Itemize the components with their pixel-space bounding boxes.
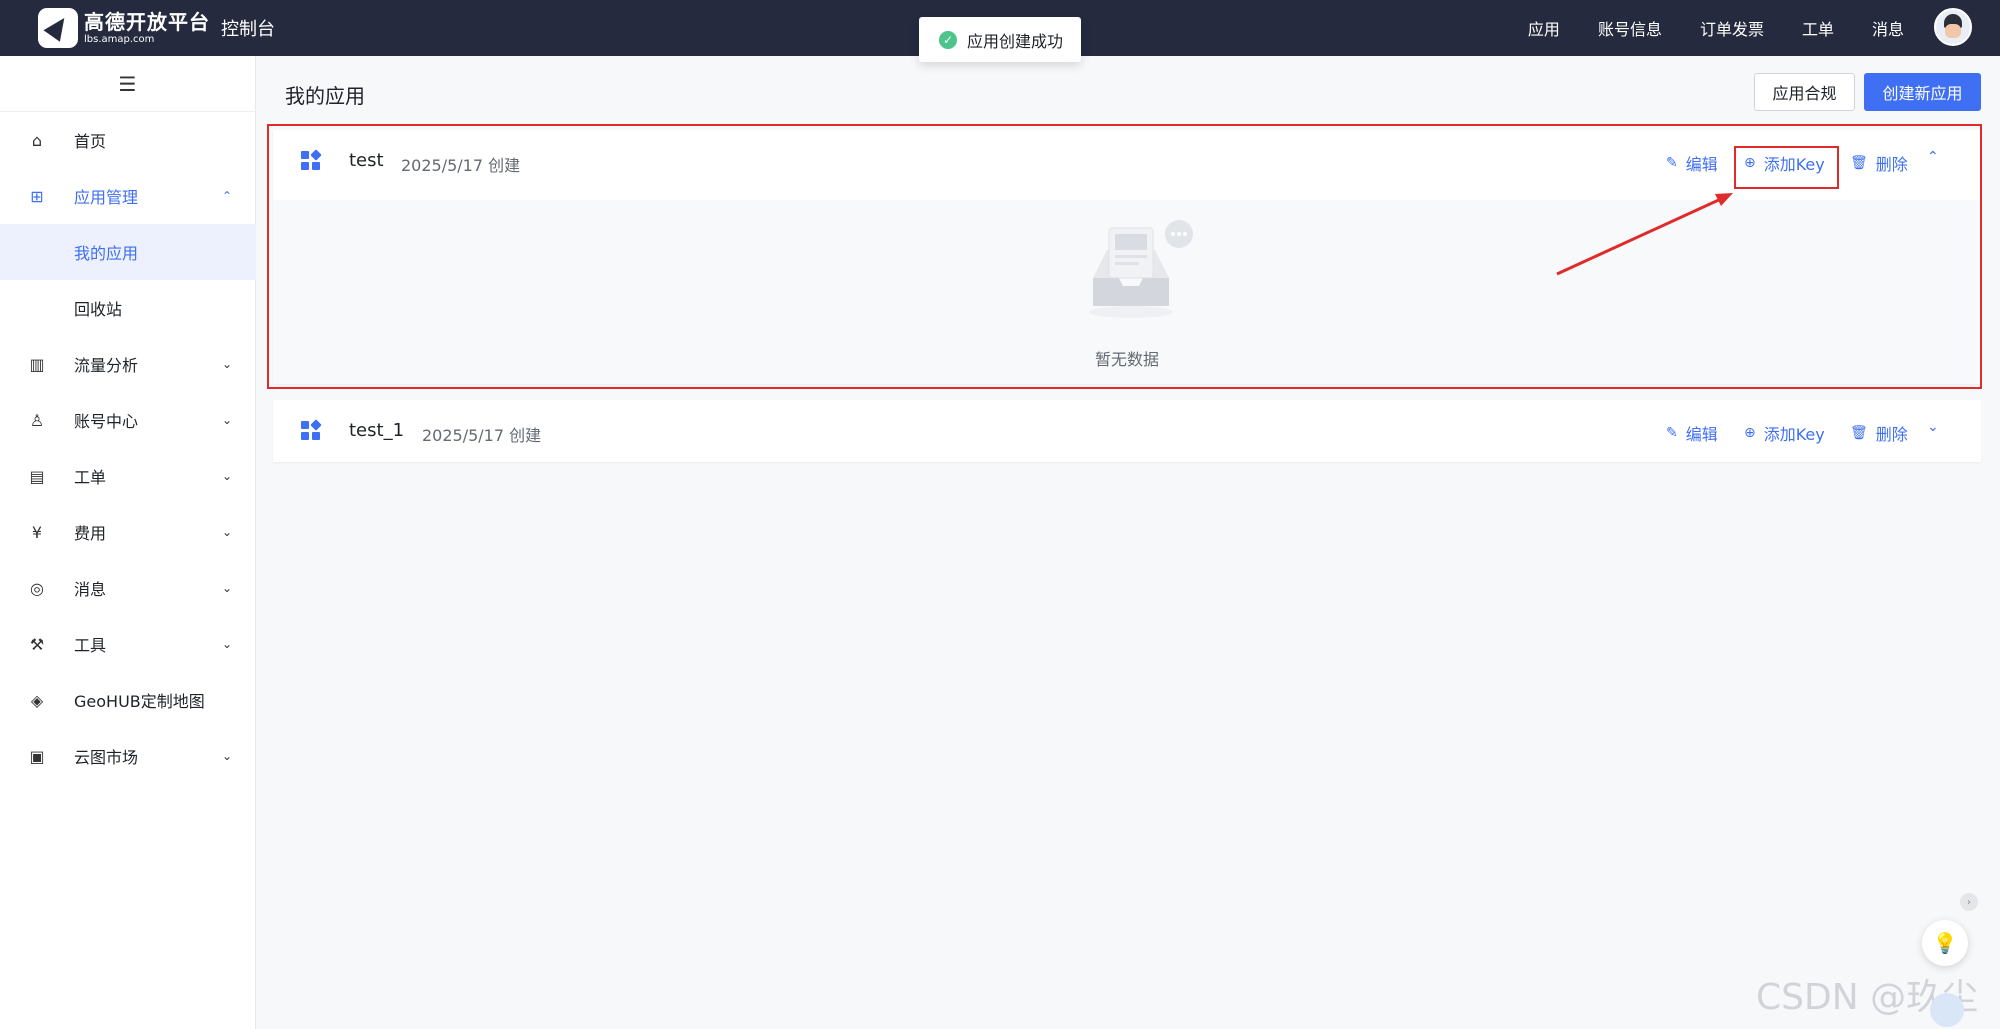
add-key-label: 添加Key [1763,425,1825,444]
edit-icon: ✎ [1666,155,1678,171]
toast-text: 应用创建成功 [967,31,1064,51]
add-key-button[interactable]: ⊕ 添加Key [1744,421,1825,445]
top-nav-orders[interactable]: 订单发票 [1700,16,1764,40]
chevron-down-icon: ⌄ [222,357,233,371]
sidebar-item-label: 首页 [74,132,107,151]
app-name: test [349,150,384,171]
plus-circle-icon: ⊕ [1744,155,1756,171]
delete-label: 删除 [1875,155,1908,174]
add-key-label: 添加Key [1763,155,1825,174]
chevron-down-icon: ⌄ [222,525,233,539]
app-name: test_1 [349,420,405,441]
lightbulb-icon[interactable]: 💡 [1922,920,1968,966]
amap-logo-icon [38,8,78,48]
sidebar-item-account[interactable]: ♙ 账号中心 ⌄ [0,392,256,448]
logo-text: 高德开放平台 lbs.amap.com [84,12,210,45]
edit-label: 编辑 [1685,155,1718,174]
trash-icon: 🗑 [1850,425,1868,441]
empty-inbox-icon [1089,220,1193,318]
wrench-icon: ⚒ [29,634,45,654]
sidebar-item-label: 工单 [74,468,107,487]
chevron-down-icon: ⌄ [222,749,233,763]
chevron-up-icon: ⌃ [222,189,233,203]
check-circle-icon: ✓ [939,30,957,49]
sidebar-item-label: 我的应用 [74,244,139,263]
sidebar-item-label: 费用 [74,524,107,543]
app-created-date: 2025/5/17 创建 [401,156,521,175]
sidebar-item-messages[interactable]: ◎ 消息 ⌄ [0,560,256,616]
sidebar-item-label: 回收站 [74,300,123,319]
sidebar-item-billing[interactable]: ¥ 费用 ⌄ [0,504,256,560]
delete-label: 删除 [1875,425,1908,444]
console-label[interactable]: 控制台 [221,15,275,41]
top-nav: 应用 账号信息 订单发票 工单 消息 [1490,0,1904,56]
assistant-avatar[interactable] [1930,993,1964,1027]
app-grid-icon [301,149,322,171]
sidebar-item-home[interactable]: ⌂ 首页 [0,112,256,168]
sidebar: ☰ ⌂ 首页 ⊞ 应用管理 ⌃ 我的应用 回收站 ▥ 流量分析 ⌄ ♙ 账号中心… [0,56,256,1029]
edit-label: 编辑 [1685,425,1718,444]
sidebar-item-label: 工具 [74,636,107,655]
store-icon: ▣ [29,746,45,766]
ticket-icon: ▤ [29,466,45,486]
top-nav-tickets[interactable]: 工单 [1802,16,1834,40]
home-icon: ⌂ [31,130,43,150]
chevron-down-icon: ⌄ [222,413,233,427]
chart-icon: ▥ [29,354,45,374]
chevron-down-icon: ⌄ [222,581,233,595]
user-icon: ♙ [29,410,45,430]
delete-button[interactable]: 🗑 删除 [1850,151,1908,175]
page-title: 我的应用 [285,84,365,108]
app-created-date: 2025/5/17 创建 [422,426,542,445]
sidebar-item-my-apps[interactable]: 我的应用 [0,224,256,280]
close-icon[interactable]: › [1960,893,1978,911]
sidebar-item-app-management[interactable]: ⊞ 应用管理 ⌃ [0,168,256,224]
sidebar-item-tickets[interactable]: ▤ 工单 ⌄ [0,448,256,504]
app-compliance-button[interactable]: 应用合规 [1754,73,1855,111]
app-card-test-1: test_1 2025/5/17 创建 ✎ 编辑 ⊕ 添加Key 🗑 删除 ⌄ [273,400,1981,462]
chevron-down-icon: ⌄ [222,469,233,483]
edit-button[interactable]: ✎ 编辑 [1666,421,1718,445]
sidebar-item-label: 账号中心 [74,412,139,431]
logo-subtitle: lbs.amap.com [84,33,155,45]
trash-icon: 🗑 [1850,155,1868,171]
app-card-header: test_1 2025/5/17 创建 ✎ 编辑 ⊕ 添加Key 🗑 删除 ⌄ [273,400,1981,462]
sidebar-item-geohub[interactable]: ◈ GeoHUB定制地图 [0,672,256,728]
empty-state-text: 暂无数据 [1094,350,1159,369]
grid-icon: ⊞ [30,186,44,206]
amap-logo[interactable]: 高德开放平台 lbs.amap.com [38,8,210,48]
app-card-header: test 2025/5/17 创建 ✎ 编辑 ⊕ 添加Key 🗑 删除 ⌃ [273,130,1981,192]
sidebar-item-tools[interactable]: ⚒ 工具 ⌄ [0,616,256,672]
chevron-down-icon: ⌄ [222,637,233,651]
annotation-arrow-icon [1556,193,1733,276]
sidebar-item-label: 消息 [74,580,107,599]
sidebar-item-label: 流量分析 [74,356,139,375]
sidebar-item-label: 应用管理 [74,188,139,207]
layers-icon: ◈ [30,690,44,710]
menu-icon[interactable]: ☰ [0,56,255,112]
message-icon: ◎ [30,578,44,598]
edit-button[interactable]: ✎ 编辑 [1666,151,1718,175]
success-toast: ✓ 应用创建成功 [919,17,1081,62]
create-app-button[interactable]: 创建新应用 [1864,73,1981,111]
edit-icon: ✎ [1666,425,1678,441]
plus-circle-icon: ⊕ [1744,425,1756,441]
user-avatar[interactable] [1934,8,1972,46]
sidebar-item-label: 云图市场 [74,748,139,767]
top-nav-account[interactable]: 账号信息 [1598,16,1662,40]
app-grid-icon [301,419,322,441]
add-key-button[interactable]: ⊕ 添加Key [1744,151,1825,175]
logo-title: 高德开放平台 [84,9,210,34]
sidebar-item-label: GeoHUB定制地图 [74,692,205,711]
chevron-up-icon[interactable]: ⌃ [1927,149,1939,165]
money-icon: ¥ [31,522,43,542]
chevron-down-icon[interactable]: ⌄ [1927,419,1939,435]
sidebar-item-recycle-bin[interactable]: 回收站 [0,280,256,336]
top-nav-apps[interactable]: 应用 [1528,16,1560,40]
sidebar-item-traffic[interactable]: ▥ 流量分析 ⌄ [0,336,256,392]
top-nav-messages[interactable]: 消息 [1872,16,1904,40]
sidebar-item-cloud-market[interactable]: ▣ 云图市场 ⌄ [0,728,256,784]
delete-button[interactable]: 🗑 删除 [1850,421,1908,445]
